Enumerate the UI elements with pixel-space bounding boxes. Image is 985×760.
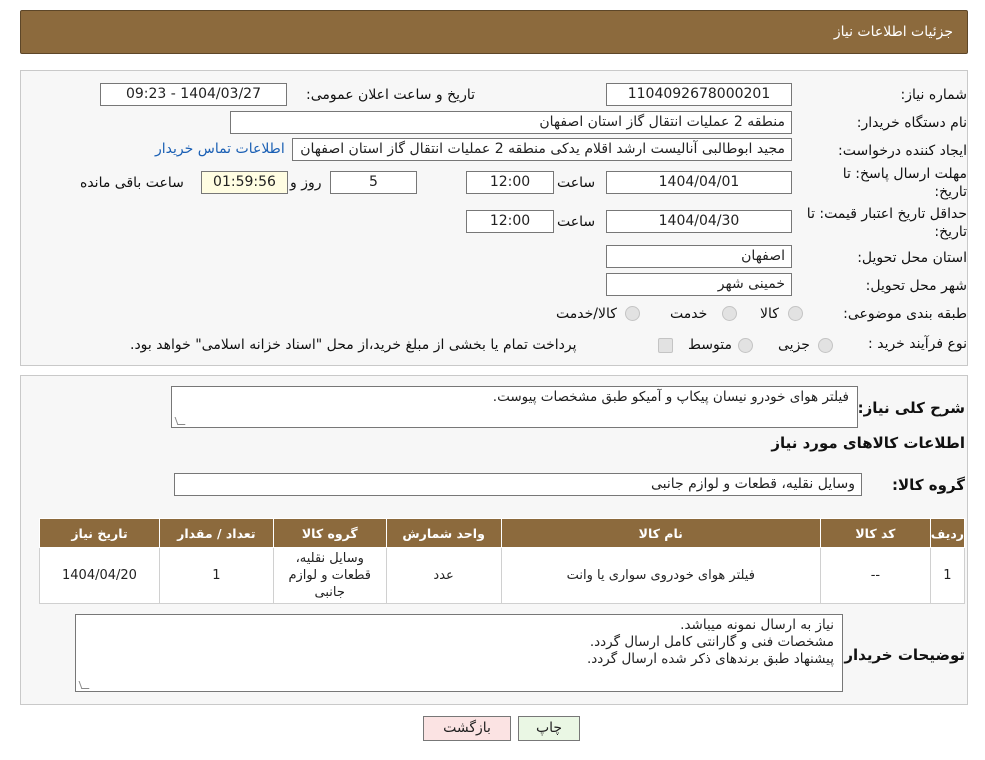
summary-text: فیلتر هوای خودرو نیسان پیکاپ و آمیکو طبق… (492, 389, 849, 405)
process-radio-medium[interactable] (738, 338, 753, 353)
goods-group-label: گروه کالا: (892, 476, 965, 494)
remaining-label: ساعت باقی مانده (80, 175, 184, 191)
category-radio-goods-service[interactable] (625, 306, 640, 321)
creator-label: ایجاد کننده درخواست: (838, 143, 967, 159)
buyer-notes-label: توضیحات خریدار: (838, 646, 965, 664)
col-unit: واحد شمارش (385, 518, 502, 548)
deadline-label: مهلت ارسال پاسخ: تا تاریخ: (842, 166, 967, 200)
buyer-org-field: منطقه 2 عملیات انتقال گاز استان اصفهان (230, 111, 792, 134)
page-title: جزئیات اطلاعات نیاز (833, 24, 953, 40)
summary-field: فیلتر هوای خودرو نیسان پیکاپ و آمیکو طبق… (171, 386, 858, 428)
col-group: گروه کالا (272, 518, 387, 548)
buyer-note-line: مشخصات فنی و گارانتی کامل ارسال گردد. (589, 634, 834, 650)
buyer-org-label: نام دستگاه خریدار: (856, 115, 967, 131)
creator-field: مجید ابوطالبی آنالیست ارشد اقلام یدکی من… (292, 138, 792, 161)
items-table-wrapper: ردیف کد کالا نام کالا واحد شمارش گروه کا… (39, 518, 966, 604)
need-number-label: شماره نیاز: (900, 87, 968, 103)
items-table-header: ردیف کد کالا نام کالا واحد شمارش گروه کا… (39, 518, 966, 548)
cell-group: وسایل نقلیه، قطعات و لوازم جانبی (272, 547, 387, 604)
table-row: 1 -- فیلتر هوای خودروی سواری یا وانت عدد… (39, 547, 966, 604)
days-label: روز و (290, 175, 322, 191)
goods-group-field: وسایل نقلیه، قطعات و لوازم جانبی (174, 473, 862, 496)
announce-label: تاریخ و ساعت اعلان عمومی: (306, 87, 475, 103)
category-option-goods-service: کالا/خدمت (556, 306, 617, 322)
process-label: نوع فرآیند خرید : (868, 336, 967, 352)
category-radio-service[interactable] (722, 306, 737, 321)
category-radio-goods[interactable] (788, 306, 803, 321)
col-date: تاریخ نیاز (39, 518, 160, 548)
need-number-field: 1104092678000201 (606, 83, 792, 106)
resize-grip-icon[interactable] (78, 681, 90, 689)
col-name: نام کالا (500, 518, 821, 548)
process-checkbox-treasury[interactable] (658, 338, 673, 353)
validity-time-label: ساعت (557, 214, 596, 230)
items-table: ردیف کد کالا نام کالا واحد شمارش گروه کا… (39, 518, 966, 604)
resize-grip-icon[interactable] (174, 417, 186, 425)
cell-date: 1404/04/20 (39, 547, 160, 604)
col-row: ردیف (929, 518, 966, 548)
back-button[interactable]: بازگشت (423, 716, 511, 741)
col-code: کد کالا (819, 518, 931, 548)
deadline-time-field: 12:00 (466, 171, 554, 194)
process-radio-minor[interactable] (818, 338, 833, 353)
city-field: خمینی شهر (606, 273, 792, 296)
buyer-notes-field: نیاز به ارسال نمونه میباشد. مشخصات فنی و… (75, 614, 843, 692)
deadline-time-label: ساعت (557, 175, 596, 191)
page-header: جزئیات اطلاعات نیاز (20, 10, 968, 54)
province-label: استان محل تحویل: (857, 250, 967, 266)
remaining-time-field: 01:59:56 (201, 171, 288, 194)
col-qty: تعداد / مقدار (158, 518, 274, 548)
buyer-contact-link[interactable]: اطلاعات تماس خریدار (155, 141, 285, 157)
cell-unit: عدد (385, 547, 502, 604)
deadline-date-field: 1404/04/01 (606, 171, 792, 194)
cell-row: 1 (929, 547, 966, 604)
province-field: اصفهان (606, 245, 792, 268)
validity-label: حداقل تاریخ اعتبار قیمت: تا تاریخ: (806, 206, 967, 240)
category-option-goods: کالا (760, 306, 779, 322)
days-field: 5 (330, 171, 417, 194)
process-note: پرداخت تمام یا بخشی از مبلغ خرید،از محل … (130, 337, 577, 353)
city-label: شهر محل تحویل: (865, 278, 967, 294)
cell-name: فیلتر هوای خودروی سواری یا وانت (500, 547, 821, 604)
announce-field: 1404/03/27 - 09:23 (100, 83, 287, 106)
goods-info-title: اطلاعات کالاهای مورد نیاز (771, 434, 965, 452)
cell-qty: 1 (158, 547, 274, 604)
summary-label: شرح کلی نیاز: (857, 399, 965, 417)
category-label: طبقه بندی موضوعی: (843, 306, 967, 322)
buyer-note-line: نیاز به ارسال نمونه میباشد. (680, 617, 834, 633)
cell-code: -- (819, 547, 931, 604)
print-button[interactable]: چاپ (518, 716, 580, 741)
validity-time-field: 12:00 (466, 210, 554, 233)
category-option-service: خدمت (670, 306, 708, 322)
buyer-note-line: پیشنهاد طبق برندهای ذکر شده ارسال گردد. (586, 651, 834, 667)
process-option-minor: جزیی (778, 337, 810, 353)
process-option-medium: متوسط (688, 337, 732, 353)
validity-date-field: 1404/04/30 (606, 210, 792, 233)
